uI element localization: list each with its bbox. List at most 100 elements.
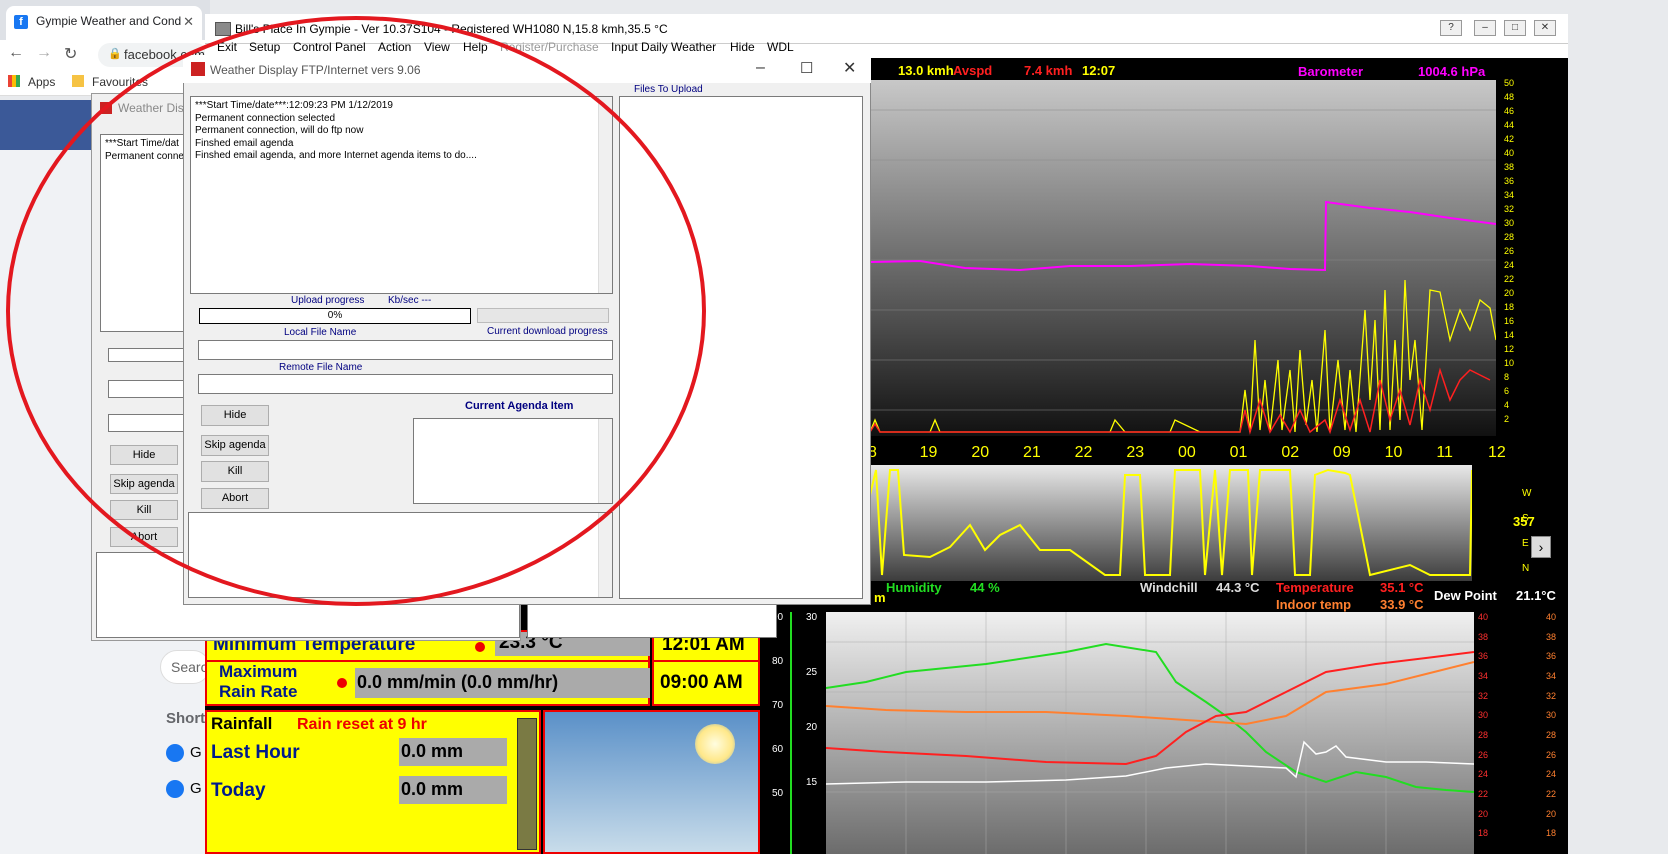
upload-progress-text: 0%	[327, 310, 343, 321]
menu-register[interactable]: Register/Purchase	[500, 40, 599, 54]
axis-tick: 34	[1546, 671, 1557, 681]
top-x-axis: 8 19 20 21 22 23 00 01 02 09 10 11 12	[868, 444, 1506, 464]
menu-exit[interactable]: Exit	[217, 40, 237, 54]
axis-tick: 40	[1478, 612, 1489, 622]
axis-tick: 20	[806, 722, 818, 733]
direction-w: W	[1522, 488, 1532, 499]
x-axis-tick: 10	[1384, 444, 1403, 461]
sky-image	[543, 710, 760, 854]
ftp-icon	[191, 62, 205, 76]
close-button[interactable]: ✕	[1534, 20, 1556, 36]
current-agenda-box	[413, 418, 613, 504]
axis-tick: 4	[1504, 400, 1510, 410]
bookmark-favourites[interactable]: Favourites	[92, 75, 148, 89]
axis-tick: 40	[1504, 148, 1515, 158]
shortcut-item[interactable]: G	[166, 744, 202, 763]
current-download-label: Current download progress	[487, 326, 608, 337]
temperature-value: 35.1 °C	[1380, 580, 1424, 595]
abort-button[interactable]: Abort	[201, 488, 269, 509]
windchill-value: 44.3 °C	[1216, 580, 1260, 595]
today-value: 0.0 mm	[399, 776, 507, 804]
menu-input-daily[interactable]: Input Daily Weather	[611, 40, 716, 54]
axis-tick: 20	[1546, 808, 1557, 819]
axis-tick: 50	[772, 788, 784, 799]
maximize-button[interactable]: □	[1504, 20, 1526, 36]
wind-value: 13.0 kmh	[898, 63, 954, 78]
menu-hide[interactable]: Hide	[730, 40, 755, 54]
humidity-axis: 90 80 70 60 50	[772, 612, 792, 854]
max-rain-time: 09:00 AM	[660, 672, 743, 693]
axis-tick: 42	[1504, 134, 1515, 144]
ftp-back-local-file[interactable]	[108, 380, 188, 398]
menu-control-panel[interactable]: Control Panel	[293, 40, 366, 54]
axis-tick: 10	[1504, 358, 1515, 368]
axis-tick: 26	[1478, 749, 1489, 760]
ftp-close-button[interactable]: ✕	[843, 58, 856, 78]
ftp-back-skip-button[interactable]: Skip agenda	[110, 474, 178, 494]
forward-icon[interactable]: →	[36, 44, 52, 62]
ftp-icon	[100, 102, 112, 114]
menu-action[interactable]: Action	[378, 40, 411, 54]
minimize-button[interactable]: –	[1474, 20, 1496, 36]
axis-tick: 25	[806, 667, 818, 678]
window-title: Bill's Place In Gympie - Ver 10.37S104 -…	[235, 22, 668, 36]
axis-tick: 2	[1504, 414, 1510, 424]
chevron-right-icon[interactable]: ›	[1531, 536, 1551, 558]
local-file-label: Local File Name	[284, 327, 357, 338]
temperature-graph[interactable]	[826, 612, 1474, 854]
back-icon[interactable]: ←	[8, 44, 24, 62]
last-hour-label: Last Hour	[211, 742, 300, 763]
indoor-temp-series	[826, 661, 1474, 726]
wind-direction-plot	[870, 468, 1472, 577]
direction-n: N	[1522, 563, 1530, 574]
download-progress-bar	[477, 308, 609, 323]
skip-agenda-button[interactable]: Skip agenda	[201, 435, 269, 456]
kill-button[interactable]: Kill	[201, 461, 269, 482]
ftp-back-progress	[108, 348, 188, 362]
ftp-back-remote-file[interactable]	[108, 414, 188, 432]
axis-tick: 14	[1504, 330, 1515, 340]
ftp-back-abort-button[interactable]: Abort	[110, 527, 178, 547]
ftp-maximize-button[interactable]: ☐	[800, 59, 813, 77]
wind-pressure-graph[interactable]	[870, 80, 1496, 436]
ftp-minimize-button[interactable]: –	[756, 59, 765, 77]
humidity-value: 44 %	[970, 580, 1000, 595]
menu-help[interactable]: Help	[463, 40, 488, 54]
shortcut-item[interactable]: G	[166, 780, 202, 799]
axis-tick: 46	[1504, 106, 1515, 116]
status-scrollbar[interactable]	[598, 513, 612, 597]
axis-tick: 38	[1504, 162, 1515, 172]
max-rain-panel: Maximum Rain Rate 0.0 mm/min (0.0 mm/hr)	[205, 660, 650, 706]
axis-tick: 15	[806, 777, 818, 788]
files-to-upload-list[interactable]	[619, 96, 863, 599]
shortcuts-heading: Short	[166, 710, 206, 727]
menu-view[interactable]: View	[424, 40, 450, 54]
help-icon[interactable]: ?	[1440, 20, 1462, 36]
files-to-upload-label: Files To Upload	[634, 84, 703, 95]
direction-e: E	[1522, 538, 1529, 549]
agenda-scrollbar[interactable]	[598, 419, 612, 503]
bookmark-apps[interactable]: Apps	[28, 75, 55, 89]
top-y-axis: 50 48 46 44 42 40 38 36 34 32 30 28 26 24 22 20 18 16 14 12…	[1504, 78, 1524, 428]
menu-wdl[interactable]: WDL	[767, 40, 794, 54]
reload-icon[interactable]: ↻	[64, 44, 77, 64]
rainfall-label: Rainfall	[211, 714, 273, 733]
facebook-search[interactable]: Searc	[160, 650, 210, 684]
x-axis-tick: 09	[1333, 444, 1351, 461]
indoor-label: Indoor temp	[1276, 597, 1352, 612]
menu-setup[interactable]: Setup	[249, 40, 280, 54]
rainfall-panel: Rainfall Rain reset at 9 hr Last Hour 0.…	[205, 710, 541, 854]
dewpoint-value: 21.1°C	[1516, 588, 1556, 603]
browser-tab[interactable]: f Gympie Weather and Cond ✕	[6, 6, 202, 40]
remote-file-input[interactable]	[198, 374, 613, 394]
hide-button[interactable]: Hide	[201, 405, 269, 426]
axis-tick: 18	[1504, 302, 1515, 312]
close-tab-icon[interactable]: ✕	[183, 14, 194, 30]
axis-tick: 32	[1504, 204, 1515, 214]
ftp-back-kill-button[interactable]: Kill	[110, 500, 178, 520]
local-file-input[interactable]	[198, 340, 613, 360]
wind-direction-graph[interactable]	[870, 465, 1472, 581]
ftp-back-hide-button[interactable]: Hide	[110, 445, 178, 465]
avspd-value: 7.4 kmh	[1024, 63, 1073, 78]
ftp-log-scrollbar[interactable]	[598, 97, 612, 293]
